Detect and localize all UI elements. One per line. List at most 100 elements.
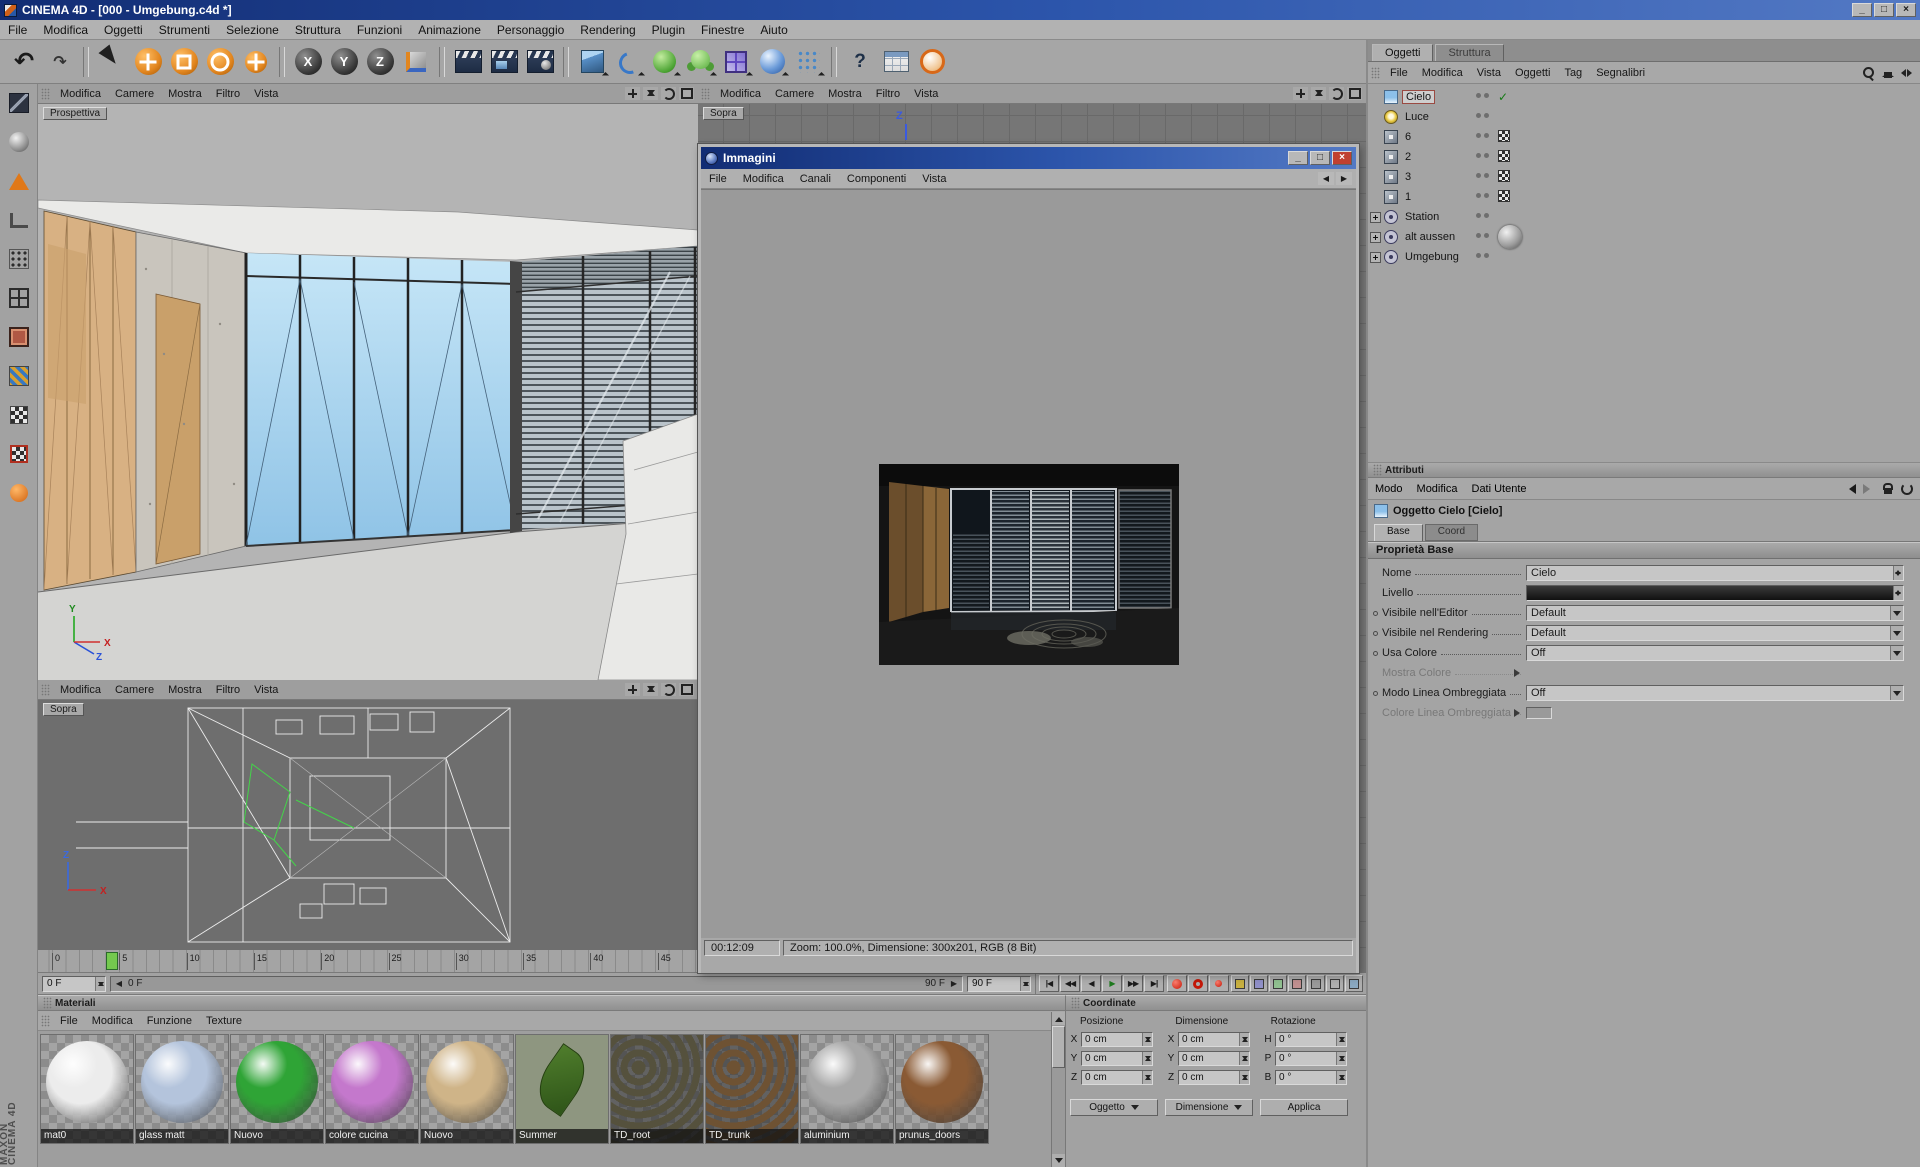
expand-arrow-icon[interactable] [1514,709,1524,717]
menu-oggetti[interactable]: Oggetti [96,21,151,39]
tab-oggetti[interactable]: Oggetti [1372,44,1433,61]
add-spline-icon[interactable] [611,45,645,79]
material-aluminium-8[interactable]: aluminium [800,1034,894,1144]
pan-view-icon[interactable] [625,87,640,100]
go-to-end-button[interactable]: ▶| [1144,975,1164,992]
selection-tool-icon[interactable] [95,45,129,79]
visibility-dots[interactable] [1476,153,1492,158]
object-row-umgebung[interactable]: Umgebung [1368,247,1920,267]
object-row-2[interactable]: 2 [1368,147,1920,167]
autokey-button[interactable] [1188,975,1208,992]
refresh-icon[interactable] [1899,482,1914,496]
viewport-content[interactable]: Prospettiva [38,104,698,680]
scroll-up-icon[interactable] [1052,1012,1065,1025]
rotation-p-input[interactable]: 0 ° [1275,1051,1347,1066]
add-environment-object-icon[interactable] [755,45,789,79]
y-axis-lock-icon[interactable]: Y [327,45,361,79]
menu-plugin[interactable]: Plugin [644,21,693,39]
materials-scrollbar[interactable] [1051,1012,1065,1167]
add-modeling-object-icon[interactable] [683,45,717,79]
check-tag-icon[interactable]: ✓ [1498,90,1508,104]
slider-livello[interactable] [1526,585,1904,601]
om-menu-vista[interactable]: Vista [1470,65,1508,81]
visibility-dots[interactable] [1476,193,1492,198]
go-to-start-button[interactable]: |◀ [1039,975,1059,992]
size-z-input[interactable]: 0 cm [1178,1070,1250,1085]
material-nuovo-4[interactable]: Nuovo [420,1034,514,1144]
pv-menu-componenti[interactable]: Componenti [839,171,914,187]
menu-animazione[interactable]: Animazione [410,21,489,39]
maximize-view-icon[interactable] [679,683,694,696]
rotate-tool-icon[interactable] [203,45,237,79]
search-icon[interactable] [1861,66,1876,80]
texture-mode-icon[interactable] [3,360,35,392]
add-deformer-icon[interactable] [719,45,753,79]
viewport-camera-label[interactable]: Sopra [703,107,744,120]
menu-file[interactable]: File [0,21,35,39]
pv-nav-left-icon[interactable]: ◀ [1318,172,1334,185]
size-mode-dropdown[interactable]: Dimensione [1165,1099,1253,1116]
anim-dot-icon[interactable] [1373,651,1378,656]
record-rotation-toggle[interactable] [1269,975,1287,992]
add-primitive-icon[interactable] [575,45,609,79]
apply-button[interactable]: Applica [1260,1099,1348,1116]
x-axis-lock-icon[interactable]: X [291,45,325,79]
menu-rendering[interactable]: Rendering [572,21,643,39]
window-maximize-button[interactable]: □ [1874,3,1894,17]
tab-coord[interactable]: Coord [1425,524,1478,541]
om-menu-modifica[interactable]: Modifica [1415,65,1470,81]
mat-menu-file[interactable]: File [53,1013,85,1029]
attr-menu-modo[interactable]: Modo [1368,481,1410,497]
object-row-3[interactable]: 3 [1368,167,1920,187]
anim-dot-icon[interactable] [1373,611,1378,616]
timeline-ruler[interactable]: 051015202530354045 [38,950,698,973]
stepper-icon[interactable] [1893,586,1903,600]
picture-viewer-titlebar[interactable]: Immagini _□× [701,147,1356,169]
object-row-1[interactable]: 1 [1368,187,1920,207]
checker-tag-icon[interactable] [1498,150,1510,162]
material-mat0-0[interactable]: mat0 [40,1034,134,1144]
model-mode-icon[interactable] [3,126,35,158]
polygons-mode-icon[interactable] [3,321,35,353]
menu-strumenti[interactable]: Strumenti [151,21,218,39]
play-button[interactable]: ▶ [1102,975,1122,992]
uv-points-mode-icon[interactable] [3,399,35,431]
coordinates-title-bar[interactable]: Coordinate [1066,996,1366,1011]
stepper-icon[interactable] [1142,1071,1152,1084]
material-colore-cucina-3[interactable]: colore cucina [325,1034,419,1144]
range-slider[interactable]: ◀ 0 F 90 F ▶ [110,976,963,992]
tab-base[interactable]: Base [1374,524,1423,541]
render-view-icon[interactable] [451,45,485,79]
stepper-icon[interactable] [1142,1052,1152,1065]
object-row-station[interactable]: Station [1368,207,1920,227]
size-x-input[interactable]: 0 cm [1178,1032,1250,1047]
scale-tool-icon[interactable] [167,45,201,79]
attributes-title-bar[interactable]: Attributi [1368,463,1920,478]
menu-selezione[interactable]: Selezione [218,21,287,39]
anim-dot-icon[interactable] [1373,631,1378,636]
vp1-menu-filtro[interactable]: Filtro [209,86,247,102]
menu-finestre[interactable]: Finestre [693,21,752,39]
dropdown-modo-linea-ombreggiata[interactable]: Off [1526,685,1904,701]
vp3-menu-camere[interactable]: Camere [108,682,161,698]
texture-axis-mode-icon[interactable] [3,165,35,197]
edges-mode-icon[interactable] [3,282,35,314]
vp3-menu-filtro[interactable]: Filtro [209,682,247,698]
material-prunus-doors-9[interactable]: prunus_doors [895,1034,989,1144]
vp2-menu-filtro[interactable]: Filtro [869,86,907,102]
vp3-menu-modifica[interactable]: Modifica [53,682,108,698]
vp1-menu-vista[interactable]: Vista [247,86,285,102]
checker-tag-icon[interactable] [1498,130,1510,142]
visibility-dots[interactable] [1476,173,1492,178]
snapping-toggle[interactable] [1345,975,1363,992]
object-row-alt-aussen[interactable]: alt aussen [1368,227,1920,247]
stepper-icon[interactable] [1239,1033,1249,1046]
pv-menu-modifica[interactable]: Modifica [735,171,792,187]
menu-funzioni[interactable]: Funzioni [349,21,410,39]
pv-menu-vista[interactable]: Vista [914,171,954,187]
picture-viewer-canvas[interactable] [701,189,1356,938]
material-td-root-6[interactable]: TD_root [610,1034,704,1144]
title-bar[interactable]: CINEMA 4D - [000 - Umgebung.c4d *] _□× [0,0,1920,20]
panel-grip-icon[interactable] [1371,67,1380,79]
scroll-down-icon[interactable] [1052,1154,1065,1167]
